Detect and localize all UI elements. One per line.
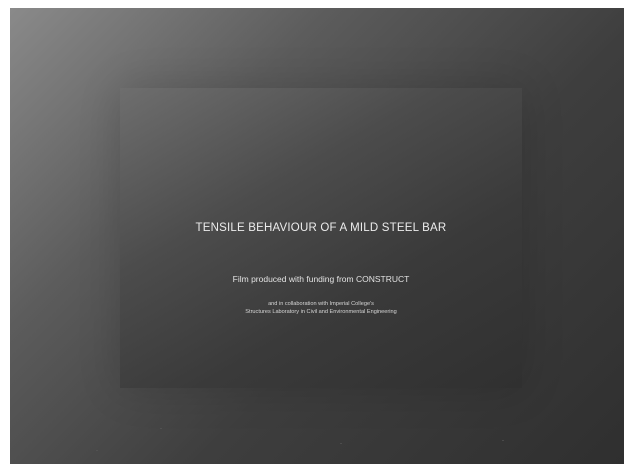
screen-frame: TENSILE BEHAVIOUR OF A MILD STEEL BAR Fi…	[0, 0, 624, 464]
film-speck	[340, 443, 342, 444]
collaboration-line-2: Structures Laboratory in Civil and Envir…	[245, 309, 397, 315]
collaboration-line-1: and in collaboration with Imperial Colle…	[268, 301, 374, 307]
film-speck	[96, 450, 98, 451]
video-frame: TENSILE BEHAVIOUR OF A MILD STEEL BAR Fi…	[10, 8, 624, 464]
film-title: TENSILE BEHAVIOUR OF A MILD STEEL BAR	[195, 222, 447, 234]
film-speck	[502, 440, 504, 441]
title-card: TENSILE BEHAVIOUR OF A MILD STEEL BAR Fi…	[120, 88, 522, 388]
funding-credit: Film produced with funding from CONSTRUC…	[232, 274, 410, 284]
film-speck	[160, 428, 162, 429]
collaboration-credit: and in collaboration with Imperial Colle…	[120, 300, 522, 316]
